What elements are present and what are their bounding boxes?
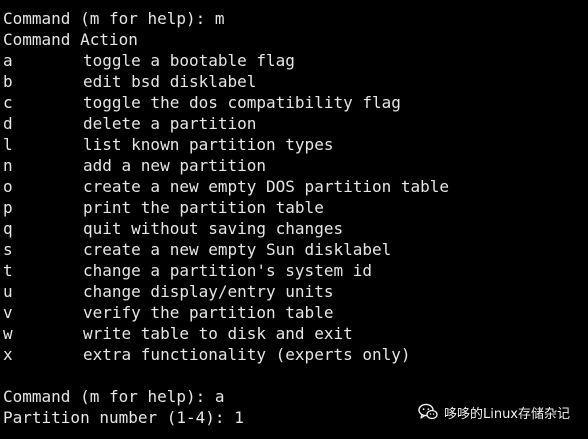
option-desc: create a new empty DOS partition table [83, 177, 450, 196]
option-desc: delete a partition [83, 114, 257, 133]
wechat-icon [418, 403, 438, 420]
option-desc: list known partition types [83, 135, 334, 154]
option-key: p [3, 198, 13, 217]
option-desc: toggle a bootable flag [83, 51, 295, 70]
option-key: l [3, 135, 13, 154]
option-desc: quit without saving changes [83, 219, 344, 238]
option-row: t change a partition's system id [3, 260, 372, 281]
option-row: s create a new empty Sun disklabel [3, 239, 391, 260]
option-desc: print the partition table [83, 198, 324, 217]
option-desc: toggle the dos compatibility flag [83, 93, 401, 112]
option-key: v [3, 303, 13, 322]
option-key: w [3, 324, 13, 343]
option-row: u change display/entry units [3, 281, 333, 302]
option-desc: change a partition's system id [83, 261, 372, 280]
option-desc: change display/entry units [83, 282, 334, 301]
option-key: x [3, 345, 13, 364]
option-row: n add a new partition [3, 155, 266, 176]
option-key: s [3, 240, 13, 259]
prompt-command-line: Command (m for help): a [3, 387, 225, 406]
option-key: o [3, 177, 13, 196]
option-desc: edit bsd disklabel [83, 72, 257, 91]
option-desc: write table to disk and exit [83, 324, 353, 343]
option-row: a toggle a bootable flag [3, 50, 295, 71]
prompt-help-line: Command (m for help): m [3, 9, 225, 28]
option-key: c [3, 93, 13, 112]
option-key: u [3, 282, 13, 301]
option-desc: verify the partition table [83, 303, 334, 322]
watermark-text: 哆哆的Linux存储杂记 [443, 406, 570, 422]
command-header: Command Action [3, 30, 138, 49]
option-row: x extra functionality (experts only) [3, 344, 411, 365]
option-row: w write table to disk and exit [3, 323, 353, 344]
option-row: o create a new empty DOS partition table [3, 176, 449, 197]
option-row: q quit without saving changes [3, 218, 343, 239]
option-key: b [3, 72, 13, 91]
option-row: d delete a partition [3, 113, 256, 134]
partition-number-prompt: Partition number (1-4): 1 [3, 408, 244, 427]
option-desc: extra functionality (experts only) [83, 345, 411, 364]
terminal-window[interactable]: Command (m for help): m Command Action a… [0, 0, 588, 439]
option-key: n [3, 156, 13, 175]
option-key: d [3, 114, 13, 133]
option-row: l list known partition types [3, 134, 333, 155]
option-row: v verify the partition table [3, 302, 333, 323]
option-row: c toggle the dos compatibility flag [3, 92, 401, 113]
option-key: t [3, 261, 13, 280]
option-row: p print the partition table [3, 197, 324, 218]
option-desc: add a new partition [83, 156, 267, 175]
option-key: a [3, 51, 13, 70]
watermark: 哆哆的Linux存储杂记 [418, 401, 570, 423]
option-desc: create a new empty Sun disklabel [83, 240, 392, 259]
option-key: q [3, 219, 13, 238]
option-row: b edit bsd disklabel [3, 71, 256, 92]
